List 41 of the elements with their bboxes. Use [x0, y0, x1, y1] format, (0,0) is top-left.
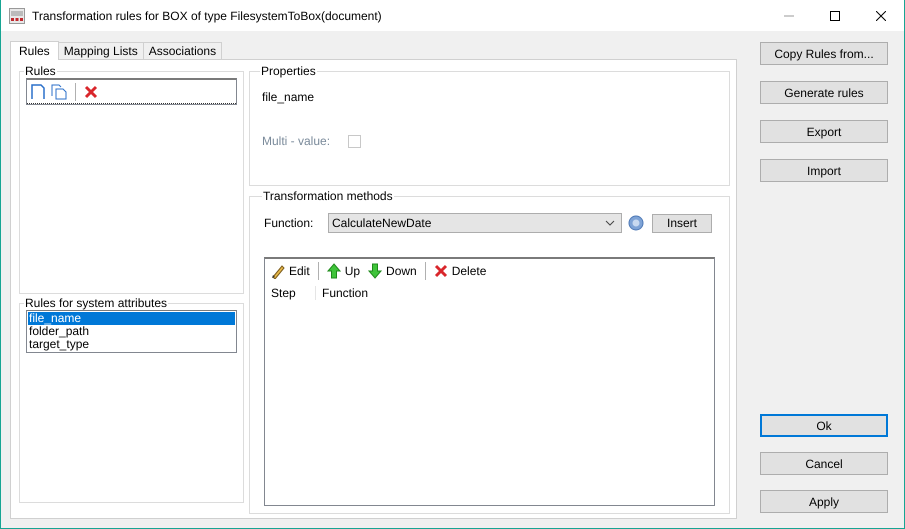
function-dropdown[interactable]: CalculateNewDate — [328, 213, 622, 233]
action-button[interactable]: Export — [760, 120, 888, 143]
tab[interactable]: Mapping Lists — [58, 42, 144, 59]
column-header[interactable]: Step — [265, 286, 316, 300]
field-label: Function: — [264, 216, 314, 230]
app-icon — [9, 8, 25, 24]
chevron-icon — [605, 220, 615, 226]
window-title: Transformation rules for BOX of type FilesystemToBox(document) — [32, 8, 382, 22]
list-item[interactable]: target_type — [28, 338, 235, 351]
up-arrow-icon — [326, 263, 341, 279]
group-title: Rules for system attributes — [24, 296, 168, 310]
tab[interactable]: Rules — [10, 41, 59, 60]
insert-button[interactable]: Insert — [652, 214, 712, 232]
toolbar-button[interactable]: Up — [324, 263, 362, 279]
checkbox-label: Multi - value: — [262, 134, 332, 148]
dialog-button[interactable]: Apply — [760, 490, 888, 513]
action-button[interactable]: Generate rules — [760, 81, 888, 104]
list-item[interactable]: file_name — [28, 312, 235, 325]
dialog-button[interactable]: Cancel — [760, 452, 888, 475]
action-button[interactable]: Import — [760, 159, 888, 182]
pencil-icon — [271, 263, 285, 279]
group-title: Rules — [24, 64, 57, 78]
group-title: Transformation methods — [262, 189, 394, 203]
toolbar-button[interactable]: Edit — [269, 263, 312, 279]
delete-icon — [434, 264, 448, 278]
toolbar-button[interactable]: Down — [366, 263, 419, 279]
close-icon[interactable] — [876, 10, 886, 20]
column-header[interactable]: Function — [316, 286, 374, 300]
down-arrow-icon — [368, 263, 382, 279]
toolbar-button[interactable]: Delete — [432, 264, 488, 278]
dialog-button[interactable]: Ok — [760, 414, 888, 437]
delete-icon[interactable] — [84, 84, 98, 98]
help-icon[interactable] — [628, 215, 644, 231]
new-document-icon[interactable] — [31, 84, 45, 100]
action-button[interactable]: Copy Rules from... — [760, 42, 888, 65]
copy-icon[interactable] — [51, 84, 67, 100]
tab[interactable]: Associations — [142, 42, 222, 59]
group-title: Properties — [260, 64, 317, 78]
list-item[interactable]: folder_path — [28, 325, 235, 338]
property-name: file_name — [262, 90, 316, 104]
maximize-icon[interactable] — [830, 10, 840, 20]
